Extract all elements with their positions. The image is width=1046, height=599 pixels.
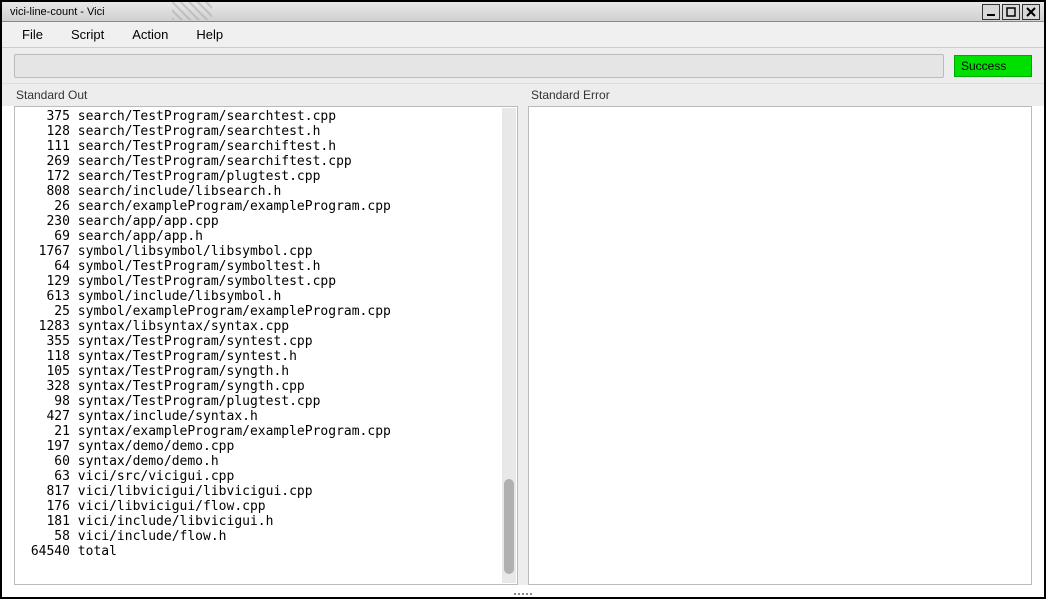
stderr-label: Standard Error <box>523 84 1044 106</box>
pane-labels: Standard Out Standard Error <box>2 84 1044 106</box>
stdout-scrollbar[interactable] <box>502 108 516 583</box>
window-title: vici-line-count - Vici <box>6 6 105 18</box>
menubar: File Script Action Help <box>2 22 1044 48</box>
close-button[interactable] <box>1022 4 1040 20</box>
stdout-content[interactable]: 375 search/TestProgram/searchtest.cpp 12… <box>15 107 517 584</box>
stderr-pane <box>528 106 1032 585</box>
command-input[interactable] <box>14 54 944 78</box>
stdout-pane: 375 search/TestProgram/searchtest.cpp 12… <box>14 106 518 585</box>
menu-file[interactable]: File <box>10 23 55 46</box>
toolbar: Success <box>2 48 1044 84</box>
panes: 375 search/TestProgram/searchtest.cpp 12… <box>14 106 1032 585</box>
menu-script[interactable]: Script <box>59 23 116 46</box>
titlebar: vici-line-count - Vici <box>2 2 1044 22</box>
window-controls <box>982 4 1040 20</box>
titlebar-decoration <box>172 2 212 20</box>
status-badge: Success <box>954 55 1032 77</box>
resize-grip[interactable] <box>503 591 543 597</box>
menu-help[interactable]: Help <box>184 23 235 46</box>
minimize-button[interactable] <box>982 4 1000 20</box>
stderr-content[interactable] <box>529 107 1031 584</box>
menu-action[interactable]: Action <box>120 23 180 46</box>
stdout-scrollbar-thumb[interactable] <box>504 479 514 574</box>
maximize-button[interactable] <box>1002 4 1020 20</box>
stdout-label: Standard Out <box>2 84 523 106</box>
